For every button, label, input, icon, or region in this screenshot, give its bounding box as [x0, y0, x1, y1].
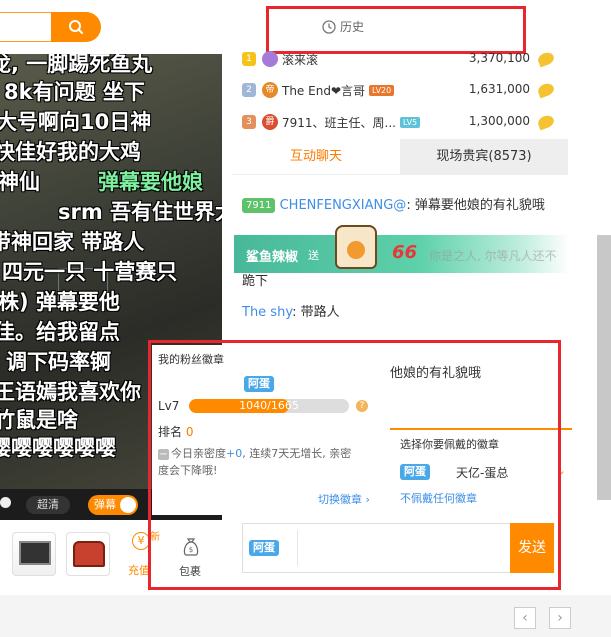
rank-medal-gold: 1: [242, 52, 256, 66]
contribution-rank: 1 滚来滚 3,370,100 2 帝 The End❤言哥 LV20 1,63…: [232, 50, 568, 139]
rank-row[interactable]: 2 帝 The End❤言哥 LV20: [242, 79, 395, 101]
danmaku-text: 株) 弹幕要他: [0, 290, 120, 314]
avatar: 帝: [262, 82, 278, 98]
chat-message: 跪下: [242, 271, 562, 293]
search-icon: [69, 20, 83, 34]
chat-tabs: 互动聊天 现场贵宾(8573): [232, 139, 568, 175]
next-page-button[interactable]: ›: [549, 607, 571, 629]
chat-scrollbar[interactable]: [597, 235, 611, 500]
gift-banner: 鲨鱼辣椒 送 66 你是之人, 尔等凡人还不: [234, 225, 568, 273]
gift-count: 66: [392, 242, 418, 263]
rank-medal-silver: 2: [242, 83, 256, 97]
rank-medal-bronze: 3: [242, 115, 256, 129]
danmaku-text: 快佳好我的大鸡: [0, 140, 141, 164]
rank-row[interactable]: 1 滚来滚: [242, 48, 318, 70]
danmaku-text: 大号啊向10日神: [0, 110, 152, 134]
chat-text: : 弹幕要他娘的有礼貌哦: [406, 198, 545, 213]
danmaku-text: 四元一只 十营赛只: [2, 260, 178, 284]
search-button[interactable]: [51, 12, 101, 42]
danmaku-text: 竹鼠是啥: [0, 408, 78, 432]
danmaku-text: 调下码率锕: [6, 350, 111, 374]
gift-bag-icon: [335, 225, 377, 269]
highlight-box-history: [266, 6, 526, 54]
rank-name: 滚来滚: [282, 52, 319, 67]
danmaku-text: 带神回家 带路人: [0, 230, 145, 254]
rank-score: 1,300,000: [468, 114, 530, 128]
tv-gift-icon: [19, 541, 51, 565]
gift-item-screen[interactable]: [12, 532, 56, 576]
prev-page-button[interactable]: ‹: [514, 607, 536, 629]
rank-name: The End❤言哥: [282, 83, 365, 98]
rank-score: 3,370,100: [468, 51, 530, 65]
highlight-box-badge: [148, 340, 561, 590]
level-badge: LV5: [399, 116, 421, 128]
danmaku-text: 佳。给我留点: [0, 320, 120, 344]
chat-message: The shy: 带路人: [242, 302, 562, 324]
quality-button[interactable]: 超清: [26, 496, 70, 514]
gift-bag-emblem: [347, 241, 365, 259]
volume-knob[interactable]: [0, 497, 11, 508]
gift-sender: 鲨鱼辣椒: [246, 250, 299, 265]
danmaku-text: 龙, 一脚踢死鱼丸: [0, 54, 153, 76]
app-root: 历史 龙, 一脚踢死鱼丸 8k有问题 坐下 大号啊向10日神 快佳好我的大鸡 弹…: [0, 0, 611, 637]
rank-row[interactable]: 3 爵 7911、班主任、周... LV5: [242, 111, 421, 133]
fan-badge: 7911: [242, 198, 276, 213]
level-badge: LV20: [369, 84, 395, 96]
search-input[interactable]: [0, 12, 51, 42]
gift-verb: 送: [308, 249, 319, 262]
chat-message: 7911 CHENFENGXIANG@: 弹幕要他娘的有礼貌哦: [242, 195, 562, 217]
fish-ball-icon: [536, 81, 556, 99]
rank-name: 7911、班主任、周...: [282, 115, 396, 130]
chat-text: : 带路人: [292, 305, 340, 320]
gift-item-chest[interactable]: [66, 532, 110, 576]
danmaku-text: 嘤嘤嘤嘤嘤嘤: [0, 436, 116, 460]
treasure-chest-icon: [73, 541, 105, 567]
avatar: 爵: [262, 114, 278, 130]
fish-ball-icon: [536, 50, 556, 68]
avatar: [262, 51, 278, 67]
chat-username[interactable]: The shy: [242, 305, 292, 320]
danmaku-text: 弹幕要他娘: [98, 170, 203, 194]
fish-ball-icon: [536, 113, 556, 131]
chat-text: 跪下: [242, 274, 269, 289]
recharge-button[interactable]: 充值: [128, 562, 150, 578]
danmaku-text: 8k有问题 坐下: [4, 80, 145, 104]
danmaku-text: 王语嫣我喜欢你: [0, 380, 141, 404]
danmaku-toggle[interactable]: 弹幕: [88, 495, 138, 515]
tab-vip[interactable]: 现场贵宾(8573): [400, 139, 568, 175]
danmaku-text: 神仙: [0, 170, 40, 194]
rank-score: 1,631,000: [468, 82, 530, 96]
danmaku-text: srm 吾有住世界大: [58, 200, 222, 224]
chat-username[interactable]: CHENFENGXIANG@: [280, 198, 407, 213]
toggle-knob: [120, 497, 136, 513]
tab-chat[interactable]: 互动聊天: [232, 139, 400, 175]
faded-chat-text: 你是之人, 尔等凡人还不: [429, 249, 557, 263]
danmaku-toggle-label: 弹幕: [94, 498, 116, 511]
